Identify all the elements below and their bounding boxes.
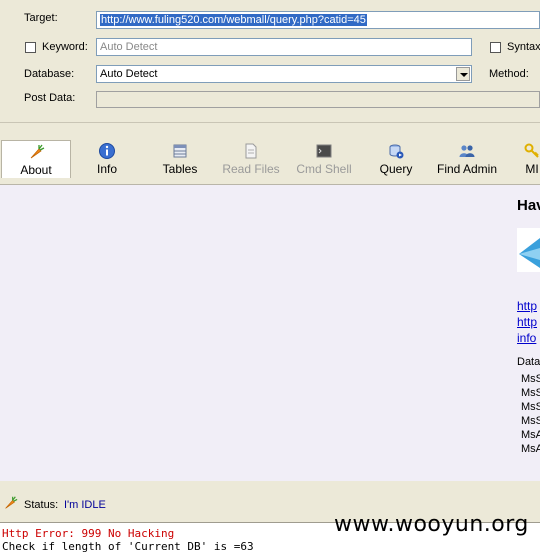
target-value: http://www.fuling520.com/webmall/query.p…: [100, 14, 367, 26]
watermark-text: www.wooyun.org: [334, 512, 529, 537]
logo-graphic: [519, 238, 540, 268]
key-icon: [524, 143, 539, 158]
users-icon: [459, 145, 475, 157]
status-label: Status:: [24, 499, 59, 511]
tab-read-files-label: Read Files: [222, 162, 280, 176]
db-item: MsA: [521, 429, 540, 441]
database-label: Database:: [24, 68, 75, 80]
db-item: MsS: [521, 387, 540, 399]
chevron-down-icon[interactable]: [456, 67, 470, 81]
database-value: Auto Detect: [100, 68, 158, 80]
postdata-input[interactable]: [96, 91, 540, 108]
postdata-label: Post Data:: [24, 92, 76, 104]
about-pane: Hav http http info Data MsS MsS MsS MsS …: [0, 184, 540, 481]
log-line-info: Check if length of 'Current DB' is =63: [2, 540, 254, 553]
tab-find-admin[interactable]: Find Admin: [430, 140, 504, 178]
tab-about[interactable]: About: [1, 140, 71, 178]
keyword-checkbox[interactable]: [25, 42, 36, 53]
keyword-input[interactable]: Auto Detect: [96, 38, 472, 56]
target-input[interactable]: http://www.fuling520.com/webmall/query.p…: [96, 11, 540, 29]
terminal-icon: [316, 144, 332, 158]
tab-query[interactable]: Query: [370, 140, 422, 178]
tab-cmd-shell[interactable]: Cmd Shell: [291, 140, 357, 178]
about-link-3[interactable]: info: [517, 331, 536, 345]
method-label: Method:: [489, 68, 529, 80]
about-link-1[interactable]: http: [517, 299, 537, 313]
db-item: MsS: [521, 373, 540, 385]
tab-mi[interactable]: MI: [520, 140, 540, 178]
tab-info-label: Info: [96, 162, 117, 176]
log-line-error: Http Error: 999 No Hacking: [2, 527, 175, 540]
syntax-checkbox[interactable]: [490, 42, 501, 53]
db-item: MsS: [521, 415, 540, 427]
tab-cmd-shell-label: Cmd Shell: [296, 162, 352, 176]
query-icon: [389, 144, 404, 159]
tab-tables-label: Tables: [162, 162, 198, 176]
about-link-2[interactable]: http: [517, 315, 537, 329]
tab-info[interactable]: Info: [77, 140, 137, 178]
target-label: Target:: [24, 12, 58, 24]
database-select[interactable]: Auto Detect: [96, 65, 472, 83]
tab-query-label: Query: [379, 162, 413, 176]
tab-tables[interactable]: Tables: [148, 140, 212, 178]
form-divider: [0, 122, 540, 123]
carrot-icon: [5, 496, 18, 509]
tab-about-label: About: [20, 163, 52, 177]
carrot-icon: [30, 144, 45, 159]
tab-mi-label: MI: [525, 162, 539, 176]
keyword-label: Keyword:: [42, 41, 88, 53]
keyword-placeholder: Auto Detect: [100, 41, 158, 53]
db-item: MsS: [521, 401, 540, 413]
syntax-label: Syntax: [507, 41, 540, 53]
file-icon: [245, 143, 257, 159]
about-logo: [517, 228, 540, 272]
db-heading: Data: [517, 356, 540, 368]
status-value: I'm IDLE: [64, 499, 106, 511]
tab-find-admin-label: Find Admin: [436, 162, 498, 176]
info-icon: [99, 143, 115, 159]
about-heading: Hav: [517, 197, 540, 214]
tab-read-files[interactable]: Read Files: [218, 140, 284, 178]
db-item: MsA: [521, 443, 540, 455]
table-icon: [173, 144, 187, 158]
